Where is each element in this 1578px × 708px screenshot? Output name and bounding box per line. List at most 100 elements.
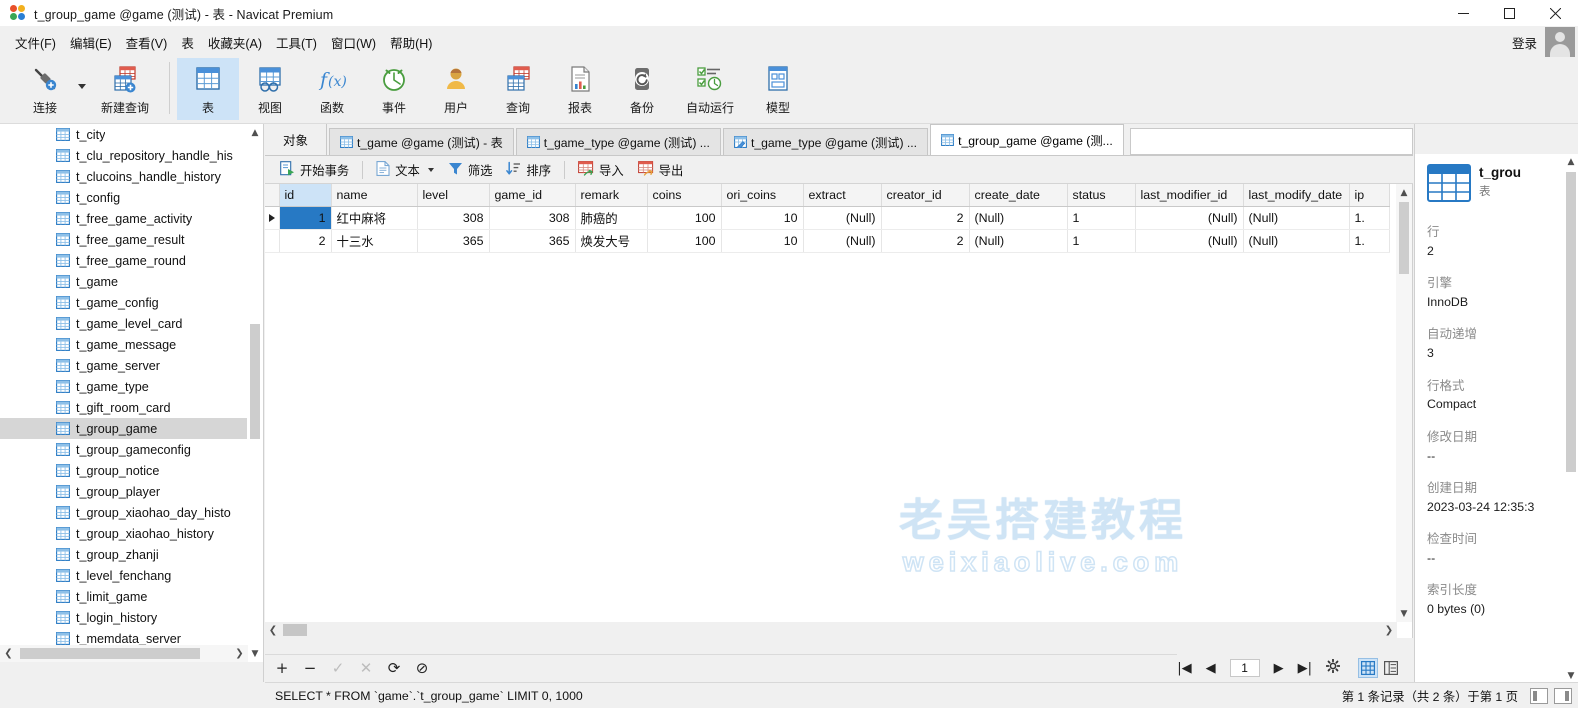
toolbar-button-table[interactable]: 表 — [177, 58, 239, 120]
sidebar-table-item[interactable]: t_limit_game — [0, 586, 248, 607]
grid-view-icon[interactable] — [1358, 658, 1378, 678]
grid-cell[interactable]: (Null) — [969, 206, 1067, 229]
grid-scroll-left-icon[interactable]: ❮ — [265, 622, 281, 638]
grid-cell[interactable]: (Null) — [803, 206, 881, 229]
sidebar-table-item[interactable]: t_group_notice — [0, 460, 248, 481]
sidebar-table-item[interactable]: t_game — [0, 271, 248, 292]
table-row[interactable]: 1红中麻将308308肺癌的10010(Null)2(Null)1(Null)(… — [265, 206, 1389, 229]
column-header[interactable]: ori_coins — [721, 184, 803, 206]
toggle-right-panel-icon[interactable] — [1554, 688, 1572, 704]
minimize-button[interactable] — [1440, 0, 1486, 26]
column-header[interactable]: last_modify_date — [1243, 184, 1349, 206]
grid-cell[interactable]: 1 — [1067, 206, 1135, 229]
object-panel-button[interactable]: 对象 — [265, 124, 327, 155]
begin-transaction-button[interactable]: 开始事务 — [273, 158, 356, 182]
toolbar-button-new-query[interactable]: 新建查询 — [88, 58, 162, 120]
sidebar-table-item[interactable]: t_group_player — [0, 481, 248, 502]
column-header[interactable]: status — [1067, 184, 1135, 206]
export-button[interactable]: 导出 — [631, 158, 691, 182]
refresh-button[interactable]: ⟳ — [387, 661, 401, 676]
grid-cell[interactable]: 308 — [489, 206, 575, 229]
text-dropdown-caret-icon[interactable] — [428, 168, 434, 172]
column-header[interactable]: extract — [803, 184, 881, 206]
sidebar-table-item[interactable]: t_game_type — [0, 376, 248, 397]
grid-cell[interactable]: 10 — [721, 206, 803, 229]
scroll-left-icon[interactable]: ❮ — [0, 645, 17, 662]
grid-cell[interactable]: 肺癌的 — [575, 206, 647, 229]
menu-tools[interactable]: 工具(T) — [269, 29, 324, 56]
sidebar-table-item[interactable]: t_game_server — [0, 355, 248, 376]
toolbar-button-automation[interactable]: 自动运行 — [673, 58, 747, 120]
toolbar-button-connection[interactable]: 连接 — [14, 58, 76, 120]
sidebar-table-item[interactable]: t_group_xiaohao_history — [0, 523, 248, 544]
sidebar-horizontal-scrollbar[interactable]: ❮ ❯ — [0, 645, 248, 662]
editor-tab[interactable]: t_group_game @game (测... — [930, 124, 1124, 155]
import-button[interactable]: 导入 — [571, 158, 631, 182]
apply-change-button[interactable]: ✓ — [331, 661, 345, 676]
editor-tab[interactable]: t_game @game (测试) - 表 — [329, 128, 514, 155]
editor-tab[interactable]: t_game_type @game (测试) ... — [516, 128, 721, 155]
sidebar-hscroll-thumb[interactable] — [20, 648, 200, 659]
sort-button[interactable]: 排序 — [499, 158, 558, 182]
last-record-button[interactable]: ▶| — [1298, 662, 1312, 675]
grid-cell[interactable]: (Null) — [1243, 229, 1349, 252]
cancel-change-button[interactable]: ✕ — [359, 661, 373, 676]
form-view-icon[interactable] — [1381, 658, 1401, 678]
row-indicator[interactable] — [265, 206, 279, 229]
editor-tab[interactable]: t_game_type @game (测试) ... — [723, 128, 928, 155]
grid-cell[interactable]: 2 — [279, 229, 331, 252]
toolbar-button-report[interactable]: 报表 — [549, 58, 611, 120]
grid-cell[interactable]: 1 — [279, 206, 331, 229]
grid-cell[interactable]: (Null) — [1135, 229, 1243, 252]
grid-scroll-down-icon[interactable]: ▼ — [1396, 605, 1412, 622]
menu-file[interactable]: 文件(F) — [8, 29, 63, 56]
toggle-left-panel-icon[interactable] — [1530, 688, 1548, 704]
login-link[interactable]: 登录 — [1512, 33, 1537, 52]
grid-cell[interactable]: (Null) — [803, 229, 881, 252]
toolbar-button-view[interactable]: 视图 — [239, 58, 301, 120]
grid-cell[interactable]: 2 — [881, 206, 969, 229]
grid-cell[interactable]: 1. — [1349, 229, 1389, 252]
column-header[interactable]: level — [417, 184, 489, 206]
toolbar-button-event[interactable]: 事件 — [363, 58, 425, 120]
toolbar-button-backup[interactable]: 备份 — [611, 58, 673, 120]
menu-view[interactable]: 查看(V) — [119, 29, 175, 56]
menu-window[interactable]: 窗口(W) — [324, 29, 383, 56]
column-header[interactable]: remark — [575, 184, 647, 206]
column-header[interactable]: ip — [1349, 184, 1389, 206]
menu-help[interactable]: 帮助(H) — [383, 29, 439, 56]
column-header[interactable]: name — [331, 184, 417, 206]
menu-favorites[interactable]: 收藏夹(A) — [201, 29, 269, 56]
column-header[interactable]: game_id — [489, 184, 575, 206]
sidebar-table-item[interactable]: t_city — [0, 124, 248, 145]
sidebar-table-item[interactable]: t_free_game_result — [0, 229, 248, 250]
grid-cell[interactable]: (Null) — [1135, 206, 1243, 229]
sidebar-scroll-thumb[interactable] — [250, 324, 260, 439]
grid-cell[interactable]: (Null) — [1243, 206, 1349, 229]
sidebar-table-item[interactable]: t_group_xiaohao_day_histo — [0, 502, 248, 523]
sidebar-table-item[interactable]: t_free_game_round — [0, 250, 248, 271]
sidebar-table-item[interactable]: t_login_history — [0, 607, 248, 628]
toolbar-button-function[interactable]: f (x) 函数 — [301, 58, 363, 120]
sidebar-table-item[interactable]: t_free_game_activity — [0, 208, 248, 229]
menu-table[interactable]: 表 — [174, 29, 201, 56]
sidebar-vertical-scrollbar[interactable]: ▲ ▼ — [247, 124, 263, 662]
add-record-button[interactable]: + — [275, 661, 289, 676]
sidebar-table-item[interactable]: t_game_config — [0, 292, 248, 313]
sidebar-table-item[interactable]: t_game_level_card — [0, 313, 248, 334]
grid-vscroll-thumb[interactable] — [1399, 202, 1409, 274]
connection-dropdown-caret-icon[interactable] — [76, 58, 88, 120]
gear-icon[interactable] — [1326, 659, 1340, 678]
grid-cell[interactable]: 1. — [1349, 206, 1389, 229]
close-button[interactable] — [1532, 0, 1578, 26]
avatar[interactable] — [1545, 27, 1575, 57]
column-header[interactable]: last_modifier_id — [1135, 184, 1243, 206]
grid-cell[interactable]: 308 — [417, 206, 489, 229]
previous-record-button[interactable]: ◀ — [1206, 662, 1216, 675]
grid-cell[interactable]: 365 — [489, 229, 575, 252]
grid-cell[interactable]: 十三水 — [331, 229, 417, 252]
grid-horizontal-scrollbar[interactable]: ❮ ❯ — [265, 622, 1397, 638]
grid-cell[interactable]: 焕发大号 — [575, 229, 647, 252]
scroll-up-icon[interactable]: ▲ — [247, 124, 263, 141]
sidebar-table-item[interactable]: t_clucoins_handle_history — [0, 166, 248, 187]
